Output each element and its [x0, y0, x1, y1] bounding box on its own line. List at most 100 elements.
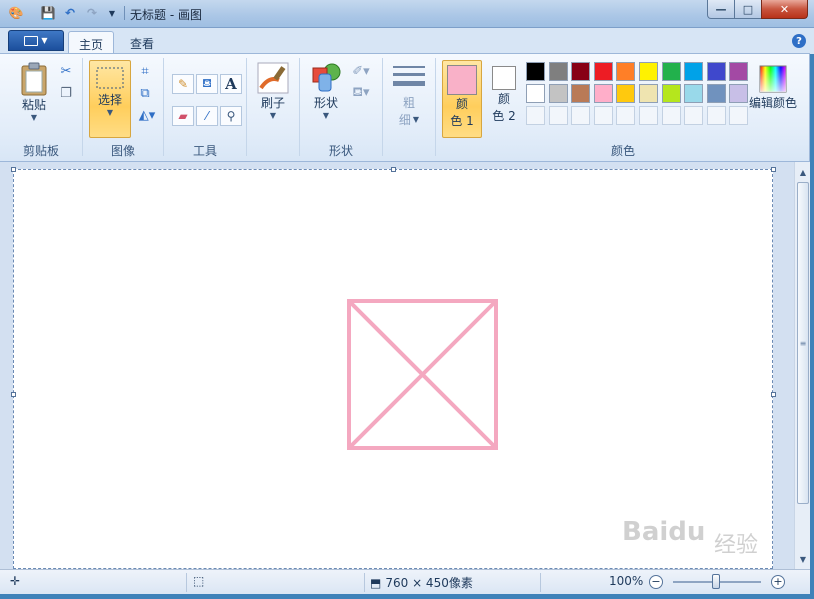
custom-color-slot[interactable]: [729, 106, 749, 125]
custom-color-slot[interactable]: [616, 106, 636, 125]
color2-button[interactable]: 颜 色 2: [486, 66, 522, 124]
eraser-icon[interactable]: ▰: [172, 106, 194, 126]
quick-access-dropdown-icon[interactable]: ▼: [106, 5, 118, 21]
shapes-icon: [312, 63, 341, 92]
canvas-size-indicator: ⬒ 760 × 450像素: [370, 574, 473, 591]
zoom-out-button[interactable]: −: [649, 575, 663, 589]
minimize-button[interactable]: —: [707, 0, 735, 19]
palette-swatch[interactable]: [526, 62, 545, 81]
line-width-icon: [393, 66, 425, 86]
palette-swatch[interactable]: [706, 62, 726, 81]
ribbon: 粘贴 ▼ ✂ ❐ 剪贴板 选择 ▼ ⌗ ⧉ ◭▾ 图像 ✎ ⛾ A ▰ ⁄ ⚲ …: [0, 53, 810, 162]
chevron-down-icon: ▼: [322, 111, 330, 120]
color-picker-icon[interactable]: ⁄: [196, 106, 218, 126]
save-icon[interactable]: 💾: [40, 5, 56, 21]
status-separator: [186, 573, 187, 592]
outline-icon[interactable]: ✐▾: [348, 62, 374, 80]
brushes-button[interactable]: 刷子 ▼: [253, 62, 293, 120]
palette-swatch[interactable]: [639, 84, 658, 103]
palette-swatch[interactable]: [639, 62, 658, 81]
palette-swatch[interactable]: [729, 62, 749, 81]
palette-swatch[interactable]: [571, 84, 591, 103]
close-button[interactable]: ✕: [761, 0, 808, 19]
chevron-down-icon: ▼: [106, 108, 114, 117]
custom-color-slot[interactable]: [571, 106, 591, 125]
brushes-label: 刷子: [260, 96, 285, 110]
canvas-size-text: 760 × 450像素: [385, 576, 473, 590]
custom-color-slot[interactable]: [639, 106, 658, 125]
custom-color-slot[interactable]: [548, 106, 568, 125]
zoom-slider-thumb[interactable]: [712, 574, 720, 589]
redo-icon[interactable]: ↷: [84, 5, 100, 21]
custom-color-slot[interactable]: [661, 106, 681, 125]
canvas-workspace: [0, 162, 794, 569]
edit-colors-button[interactable]: 编辑颜色: [748, 64, 798, 111]
text-tool-icon[interactable]: A: [220, 74, 242, 94]
custom-color-slot[interactable]: [526, 106, 545, 125]
resize-handle[interactable]: [11, 167, 16, 172]
pencil-icon[interactable]: ✎: [172, 74, 194, 94]
palette-swatch[interactable]: [593, 84, 613, 103]
resize-icon[interactable]: ⧉: [135, 84, 155, 102]
size-button[interactable]: 粗 细 ▼: [391, 64, 427, 128]
copy-icon[interactable]: ❐: [56, 84, 76, 102]
help-icon[interactable]: ?: [792, 34, 806, 48]
clipboard-group-label: 剪贴板: [22, 144, 59, 158]
paste-button[interactable]: 粘贴 ▼: [12, 62, 56, 122]
resize-handle[interactable]: [391, 167, 396, 172]
scroll-down-icon[interactable]: ▼: [795, 551, 811, 567]
maximize-button[interactable]: □: [734, 0, 762, 19]
tab-home[interactable]: 主页: [68, 31, 115, 54]
zoom-in-button[interactable]: +: [771, 575, 785, 589]
shapes-button[interactable]: 形状 ▼: [306, 62, 346, 120]
palette-swatch[interactable]: [593, 62, 613, 81]
palette-swatch[interactable]: [616, 62, 636, 81]
resize-handle[interactable]: [11, 392, 16, 397]
scrollbar-thumb[interactable]: ≡: [797, 182, 809, 504]
select-button[interactable]: 选择 ▼: [89, 60, 131, 138]
file-menu-button[interactable]: ▼: [8, 30, 64, 51]
color-wheel-icon: [759, 65, 787, 93]
status-bar: ✛ ⬚ ⬒ 760 × 450像素 100% − +: [0, 569, 810, 594]
crop-icon[interactable]: ⌗: [135, 62, 155, 80]
color1-label-line1: 颜: [455, 97, 468, 111]
zoom-level-text: 100%: [609, 574, 644, 588]
fill-icon[interactable]: ⛾▾: [348, 84, 374, 102]
selection-size-icon: ⬚: [193, 574, 205, 588]
palette-swatch[interactable]: [661, 62, 681, 81]
custom-color-slot[interactable]: [593, 106, 613, 125]
resize-handle[interactable]: [771, 392, 776, 397]
palette-swatch[interactable]: [729, 84, 749, 103]
palette-swatch[interactable]: [548, 84, 568, 103]
paint-app-icon[interactable]: 🎨: [6, 5, 26, 21]
tools-group-label: 工具: [192, 144, 217, 158]
palette-swatch[interactable]: [616, 84, 636, 103]
vertical-scrollbar[interactable]: ▲ ≡ ▼: [794, 162, 810, 569]
ribbon-tab-row: ▼ 主页 查看 ?: [0, 28, 814, 54]
color2-swatch: [492, 66, 516, 90]
scroll-up-icon[interactable]: ▲: [795, 164, 811, 180]
fill-bucket-icon[interactable]: ⛾: [196, 74, 218, 94]
palette-swatch[interactable]: [706, 84, 726, 103]
color1-button[interactable]: 颜 色 1: [442, 60, 482, 138]
palette-swatch[interactable]: [571, 62, 591, 81]
custom-color-slot[interactable]: [684, 106, 704, 125]
window-title: 无标题 - 画图: [130, 8, 202, 22]
palette-swatch[interactable]: [684, 62, 704, 81]
custom-color-slot[interactable]: [706, 106, 726, 125]
palette-swatch[interactable]: [684, 84, 704, 103]
canvas-size-icon: ⬒: [370, 575, 382, 590]
resize-handle[interactable]: [771, 167, 776, 172]
drawing-canvas[interactable]: [13, 169, 773, 569]
image-group-label: 图像: [110, 144, 135, 158]
quick-access-separator: [124, 6, 125, 20]
tab-view[interactable]: 查看: [120, 31, 164, 54]
palette-swatch[interactable]: [661, 84, 681, 103]
rotate-icon[interactable]: ◭▾: [135, 106, 159, 124]
drawn-shape: [347, 299, 498, 450]
undo-icon[interactable]: ↶: [62, 5, 78, 21]
magnifier-icon[interactable]: ⚲: [220, 106, 242, 126]
cut-icon[interactable]: ✂: [56, 62, 76, 80]
palette-swatch[interactable]: [526, 84, 545, 103]
palette-swatch[interactable]: [548, 62, 568, 81]
